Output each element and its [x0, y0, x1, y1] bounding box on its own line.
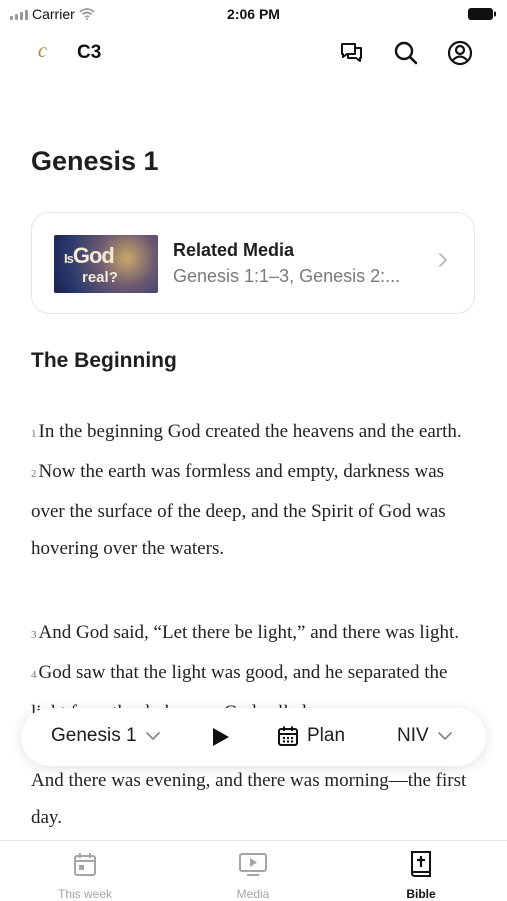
verse-number: 4 [31, 669, 37, 681]
play-icon [213, 728, 229, 746]
tv-play-icon [239, 853, 267, 876]
verse-number: 2 [31, 468, 37, 480]
verse-number: 1 [31, 428, 37, 440]
chevron-down-icon [145, 732, 160, 740]
account-icon[interactable] [445, 38, 475, 68]
related-media-title: Related Media [173, 240, 295, 260]
thumbnail-text-is: Is [64, 251, 74, 266]
tab-media[interactable]: Media [203, 849, 303, 901]
related-media-card[interactable]: IsGod real? Related Media Genesis 1:1–3,… [31, 212, 475, 314]
chevron-right-icon [439, 253, 447, 267]
scripture-paragraph: And there was evening, and there was mor… [31, 762, 481, 836]
clock: 2:06 PM [227, 6, 280, 22]
version-selector[interactable]: NIV [397, 725, 453, 747]
chat-icon[interactable] [337, 38, 367, 68]
tab-label: Bible [406, 887, 436, 901]
tab-bible[interactable]: Bible [371, 849, 471, 901]
app-logo[interactable]: c [38, 40, 47, 63]
media-thumbnail: IsGod real? [54, 235, 158, 293]
tab-label: Media [236, 887, 270, 901]
chapter-label: Genesis 1 [51, 725, 137, 746]
chevron-down-icon [437, 732, 452, 740]
calendar-icon [74, 853, 96, 876]
play-button[interactable] [211, 726, 231, 748]
page-title: Genesis 1 [31, 146, 159, 176]
related-media-subtitle: Genesis 1:1–3, Genesis 2:... [173, 266, 401, 286]
tab-label: This week [57, 887, 113, 901]
thumbnail-text-real: real? [82, 269, 118, 286]
search-icon[interactable] [391, 38, 421, 68]
verse-text[interactable]: And there was evening, and there was mor… [31, 770, 466, 828]
scripture-paragraph: 1 In the beginning God created the heaven… [31, 413, 481, 567]
calendar-icon [278, 726, 298, 746]
status-bar: Carrier 2:06 PM [0, 0, 507, 28]
bible-icon [411, 851, 431, 877]
version-label: NIV [397, 725, 429, 746]
plan-label: Plan [307, 725, 346, 746]
plan-button[interactable]: Plan [277, 725, 345, 747]
tab-this-week[interactable]: This week [35, 849, 135, 901]
verse-text[interactable]: In the beginning God created the heavens… [39, 421, 462, 442]
verse-text[interactable]: And God said, “Let there be light,” and … [39, 622, 460, 643]
verse-number: 3 [31, 629, 37, 641]
reader-toolbar: Genesis 1 Plan NIV [21, 708, 486, 766]
chapter-selector[interactable]: Genesis 1 [51, 725, 161, 747]
battery-icon [468, 8, 496, 20]
church-name[interactable]: C3 [77, 42, 101, 64]
app-header: c C3 [0, 30, 507, 74]
tab-bar: This week Media Bible [0, 840, 507, 901]
thumbnail-text-god: God [72, 243, 115, 268]
section-heading: The Beginning [31, 349, 177, 372]
verse-text[interactable]: Now the earth was formless and empty, da… [31, 461, 446, 559]
